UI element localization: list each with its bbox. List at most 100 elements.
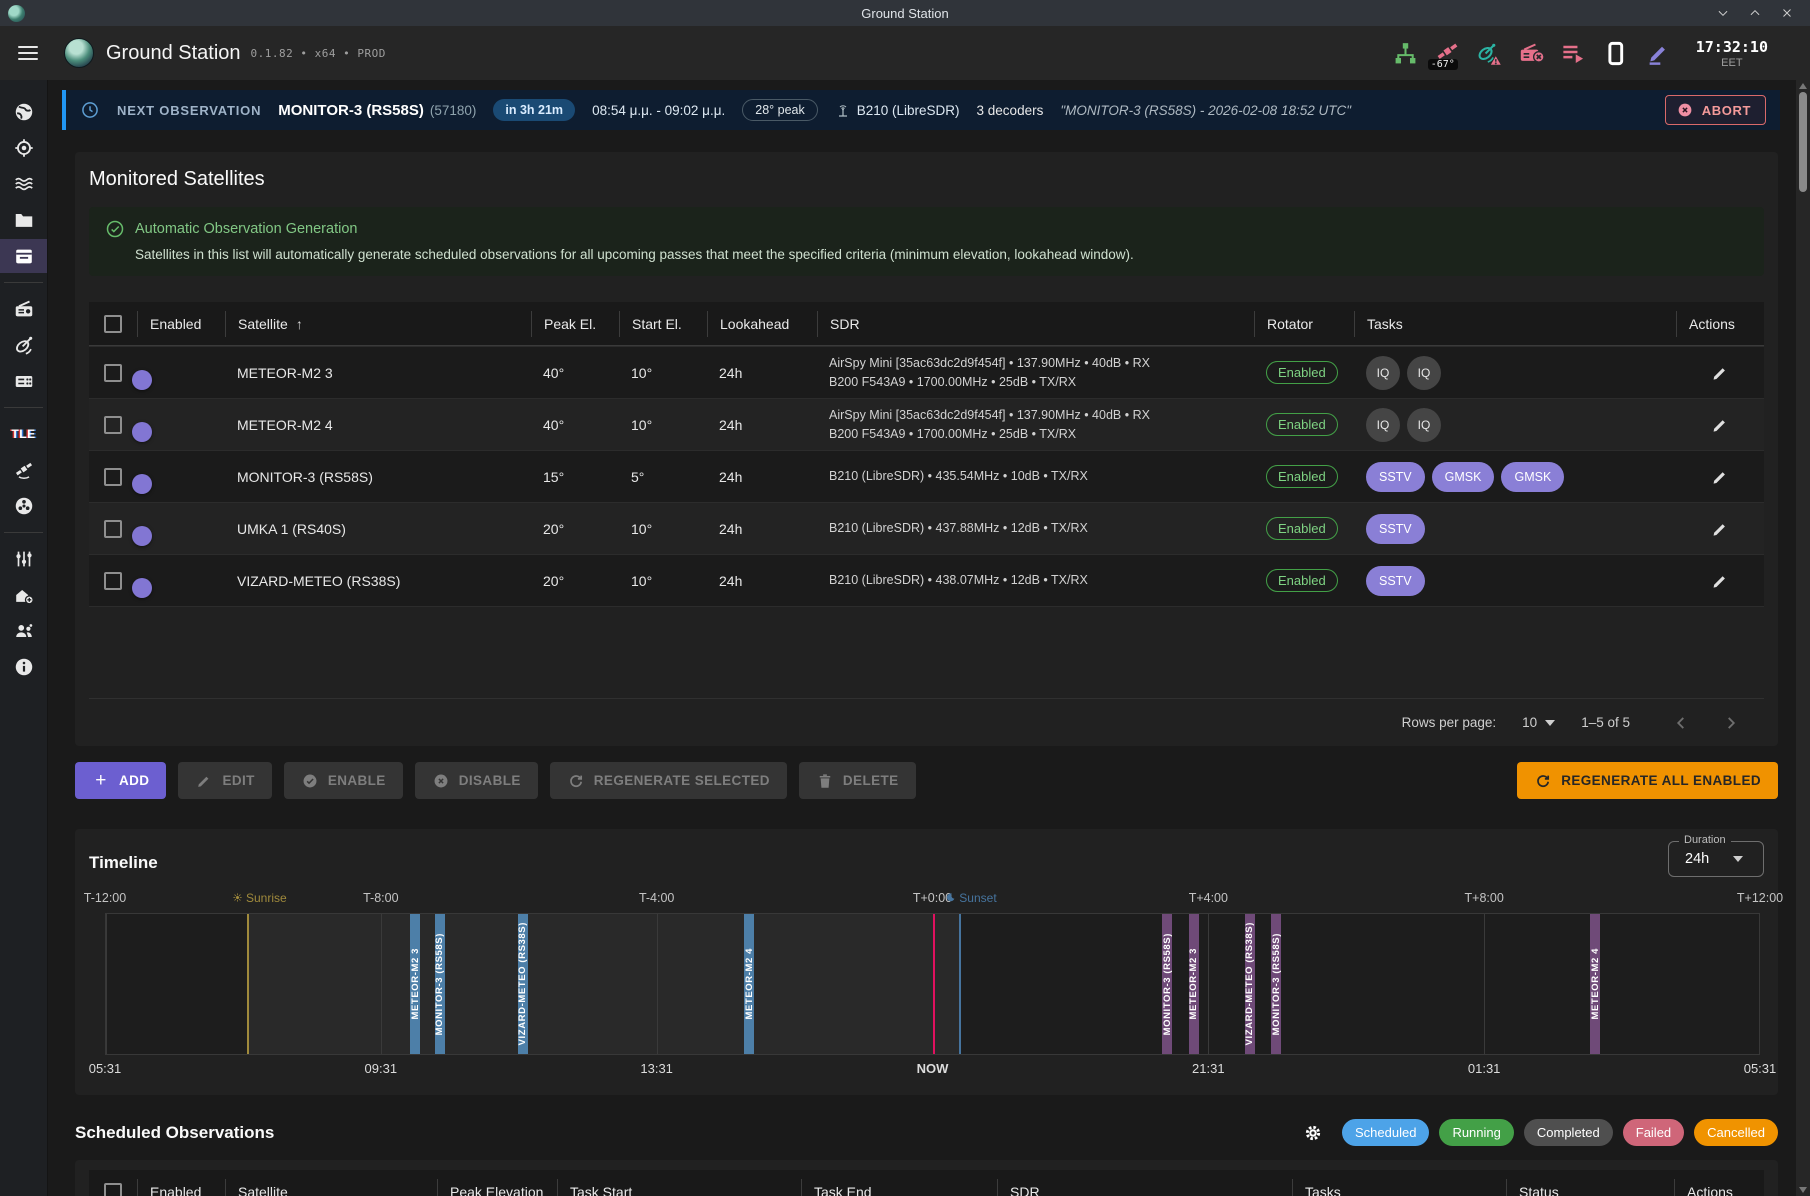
monitored-satellites-section: Monitored Satellites Automatic Observati…: [75, 152, 1778, 746]
checkbox[interactable]: [104, 315, 122, 333]
sidebar-item-satellite[interactable]: [0, 453, 47, 487]
edit-row-button[interactable]: [1710, 571, 1730, 591]
sidebar-item-station[interactable]: [0, 578, 47, 612]
sidebar-item-tracking[interactable]: [0, 131, 47, 165]
column-header-task-start[interactable]: Task Start: [557, 1179, 801, 1196]
sidebar-item-radio[interactable]: [0, 292, 47, 326]
sidebar-item-tle[interactable]: TLE: [0, 417, 47, 451]
table-row: METEOR-M2 3 40° 10° 24h AirSpy Mini [35a…: [89, 346, 1764, 398]
column-header-satellite[interactable]: Satellite: [225, 1179, 437, 1196]
sidebar-item-schedule[interactable]: [0, 239, 47, 273]
row-checkbox[interactable]: [104, 416, 122, 434]
filter-chip-completed[interactable]: Completed: [1524, 1119, 1613, 1146]
next-page-button[interactable]: [1720, 712, 1742, 734]
regenerate-all-button[interactable]: REGENERATE ALL ENABLED: [1517, 762, 1778, 799]
peak-elevation-badge: 28° peak: [742, 99, 817, 121]
close-icon[interactable]: [1778, 4, 1796, 22]
disable-button[interactable]: DISABLE: [415, 762, 538, 799]
edit-button[interactable]: EDIT: [178, 762, 271, 799]
column-header-tasks[interactable]: Tasks: [1292, 1179, 1506, 1196]
radio-error-icon[interactable]: [1518, 40, 1545, 67]
scrollbar-thumb[interactable]: [1799, 92, 1807, 192]
rotator-status-chip: Enabled: [1266, 413, 1338, 436]
column-header-task-end[interactable]: Task End: [801, 1179, 997, 1196]
filter-chip-running[interactable]: Running: [1439, 1119, 1513, 1146]
column-header-rotator[interactable]: Rotator: [1254, 311, 1354, 337]
column-header-sdr[interactable]: SDR: [997, 1179, 1292, 1196]
auto-generation-info: Automatic Observation Generation Satelli…: [89, 207, 1764, 276]
timeline-tick-label: T-8:00: [363, 891, 398, 905]
scroll-down-icon[interactable]: [1799, 1187, 1807, 1193]
sidebar-item-info[interactable]: [0, 650, 47, 684]
phone-icon[interactable]: [1602, 40, 1629, 67]
column-header-enabled[interactable]: Enabled: [137, 1179, 225, 1196]
sidebar-item-operators[interactable]: [0, 614, 47, 648]
task-chip: GMSK: [1501, 462, 1564, 492]
column-header-peak-el-[interactable]: Peak El.: [531, 311, 619, 337]
sidebar-item-waterfall[interactable]: [0, 167, 47, 201]
sidebar-item-decoder[interactable]: [0, 364, 47, 398]
sort-ascending-icon: ↑: [296, 316, 303, 332]
rows-per-page-select[interactable]: 10: [1522, 715, 1555, 730]
rotator-satellite-icon[interactable]: -67°: [1434, 40, 1461, 67]
scroll-up-icon[interactable]: [1799, 83, 1807, 89]
filter-chip-cancelled[interactable]: Cancelled: [1694, 1119, 1778, 1146]
column-header-start-el-[interactable]: Start El.: [619, 311, 707, 337]
column-header-peak-elevation[interactable]: Peak Elevation: [437, 1179, 557, 1196]
sidebar-item-dish[interactable]: [0, 328, 47, 362]
edit-row-button[interactable]: [1710, 467, 1730, 487]
column-header-actions[interactable]: Actions: [1676, 311, 1764, 337]
gear-icon[interactable]: [1302, 1122, 1324, 1144]
row-checkbox[interactable]: [104, 364, 122, 382]
row-checkbox[interactable]: [104, 572, 122, 590]
select-all-checkbox[interactable]: [89, 311, 137, 337]
filter-chip-failed[interactable]: Failed: [1623, 1119, 1684, 1146]
start-elevation: 5°: [619, 469, 707, 485]
add-button[interactable]: +ADD: [75, 762, 166, 799]
enable-button[interactable]: ENABLE: [284, 762, 403, 799]
regenerate-selected-button[interactable]: REGENERATE SELECTED: [550, 762, 787, 799]
previous-page-button[interactable]: [1670, 712, 1692, 734]
column-header-enabled[interactable]: Enabled: [137, 311, 225, 337]
sidebar-item-sliders[interactable]: [0, 542, 47, 576]
vertical-scrollbar[interactable]: [1796, 80, 1810, 1196]
row-checkbox[interactable]: [104, 520, 122, 538]
menu-icon[interactable]: [18, 46, 38, 60]
column-header-lookahead[interactable]: Lookahead: [707, 311, 817, 337]
sliders-icon: [13, 548, 35, 570]
start-elevation: 10°: [619, 573, 707, 589]
chevron-up-icon[interactable]: [1746, 4, 1764, 22]
clock: 17:32:10 EET: [1696, 38, 1768, 69]
x-circle-icon: [432, 772, 450, 790]
sidebar-divider: [4, 282, 43, 283]
filter-chip-scheduled[interactable]: Scheduled: [1342, 1119, 1429, 1146]
abort-button[interactable]: ABORT: [1665, 95, 1766, 125]
pass-window: 08:54 μ.μ. - 09:02 μ.μ.: [592, 103, 725, 118]
delete-button[interactable]: DELETE: [799, 762, 916, 799]
chevron-down-icon[interactable]: [1714, 4, 1732, 22]
table-row: VIZARD-METEO (RS38S) 20° 10° 24h B210 (L…: [89, 554, 1764, 606]
sidebar-item-film[interactable]: [0, 489, 47, 523]
edit-icon[interactable]: [1644, 40, 1671, 67]
timeline-tick-label: T-4:00: [639, 891, 674, 905]
sdr-config: B210 (LibreSDR) • 435.54MHz • 10dB • TX/…: [817, 467, 1254, 486]
network-icon[interactable]: [1392, 40, 1419, 67]
column-header-actions[interactable]: Actions: [1674, 1179, 1764, 1196]
edit-row-button[interactable]: [1710, 363, 1730, 383]
column-header-sdr[interactable]: SDR: [817, 311, 1254, 337]
row-checkbox[interactable]: [104, 468, 122, 486]
duration-select[interactable]: Duration 24h: [1668, 841, 1764, 877]
column-header-tasks[interactable]: Tasks: [1354, 311, 1676, 337]
checkbox[interactable]: [104, 1183, 122, 1196]
select-all-checkbox[interactable]: [89, 1179, 137, 1196]
column-header-satellite[interactable]: Satellite↑: [225, 311, 531, 337]
queue-icon[interactable]: [1560, 40, 1587, 67]
sidebar-item-folder[interactable]: [0, 203, 47, 237]
column-header-status[interactable]: Status: [1506, 1179, 1674, 1196]
sidebar-item-globe[interactable]: [0, 95, 47, 129]
dish-warning-icon[interactable]: [1476, 40, 1503, 67]
edit-row-button[interactable]: [1710, 415, 1730, 435]
edit-row-button[interactable]: [1710, 519, 1730, 539]
sunrise-line: [247, 914, 249, 1054]
pass-bar: METEOR-M2 3: [1189, 914, 1199, 1054]
